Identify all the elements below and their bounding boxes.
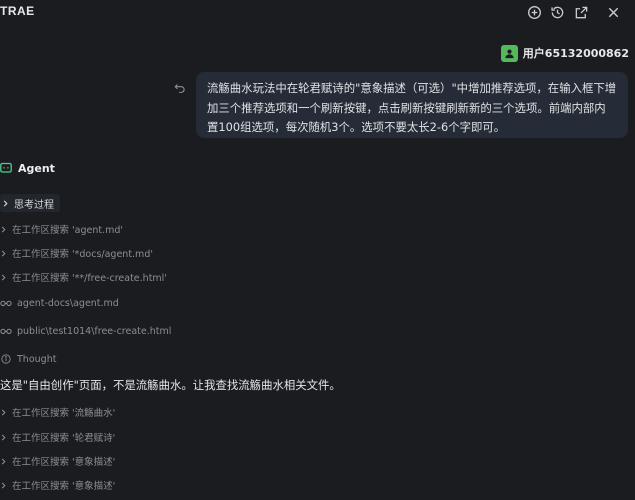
thinking-label: 思考过程 (14, 199, 54, 211)
step-label: 在工作区搜索 '意象描述' (12, 481, 116, 492)
user-message-bubble: 流觞曲水玩法中在轮君赋诗的"意象描述（可选）"中增加推荐选项，在输入框下增加三个… (196, 72, 628, 138)
agent-name: Agent (18, 161, 55, 175)
step-search[interactable]: 在工作区搜索 '意象描述' (0, 477, 115, 493)
thinking-process-toggle[interactable]: 思考过程 (0, 194, 60, 212)
info-icon (0, 354, 17, 364)
undo-icon[interactable] (172, 81, 188, 95)
step-search[interactable]: 在工作区搜索 'agent.md' (0, 221, 123, 237)
open-external-icon[interactable] (570, 2, 592, 22)
user-avatar (500, 44, 518, 62)
step-search[interactable]: 在工作区搜索 '轮君赋诗' (0, 429, 115, 445)
brand-title: TRAE (0, 4, 35, 18)
step-label: agent-docs\agent.md (17, 297, 119, 309)
step-view-file[interactable]: agent-docs\agent.md (0, 295, 119, 311)
chevron-right-icon (0, 434, 12, 441)
chevron-right-icon (0, 482, 12, 489)
history-icon[interactable] (546, 2, 568, 22)
step-search[interactable]: 在工作区搜索 '**/free-create.html' (0, 269, 167, 285)
step-label: 在工作区搜索 '*docs/agent.md' (12, 249, 153, 260)
panel-header: TRAE (0, 0, 635, 26)
app-window: TRAE 用户65132000862 流觞曲水玩法中在轮君赋诗的"意象描述（可选… (0, 0, 635, 500)
step-label: 在工作区搜索 '意象描述' (12, 457, 116, 468)
step-search[interactable]: 在工作区搜索 '意象描述' (0, 453, 115, 469)
step-label: Thought (17, 353, 57, 365)
step-label: 在工作区搜索 '流觞曲水' (12, 408, 116, 419)
chevron-right-icon (0, 274, 12, 281)
new-chat-icon[interactable] (523, 2, 545, 22)
agent-icon (0, 162, 12, 174)
step-label: public\test1014\free-create.html (17, 325, 172, 337)
agent-response-text: 这是"自由创作"页面，不是流觞曲水。让我查找流觞曲水相关文件。 (0, 378, 341, 392)
chevron-right-icon (0, 250, 12, 257)
close-icon[interactable] (602, 2, 624, 22)
step-search[interactable]: 在工作区搜索 '*docs/agent.md' (0, 245, 153, 261)
step-view-file[interactable]: public\test1014\free-create.html (0, 323, 171, 339)
step-label: 在工作区搜索 '**/free-create.html' (12, 273, 167, 284)
step-label: 在工作区搜索 'agent.md' (12, 225, 123, 236)
glasses-icon (0, 298, 17, 308)
agent-header: Agent (0, 160, 55, 176)
step-thought[interactable]: Thought (0, 351, 56, 367)
user-name: 用户65132000862 (522, 47, 629, 60)
user-tag: 用户65132000862 (500, 44, 629, 62)
step-search[interactable]: 在工作区搜索 '流觞曲水' (0, 404, 115, 420)
step-label: 在工作区搜索 '轮君赋诗' (12, 433, 116, 444)
glasses-icon (0, 326, 17, 336)
chevron-right-icon (0, 226, 12, 233)
chevron-right-icon (0, 458, 12, 465)
chevron-right-icon (0, 199, 14, 207)
chevron-right-icon (0, 409, 12, 416)
